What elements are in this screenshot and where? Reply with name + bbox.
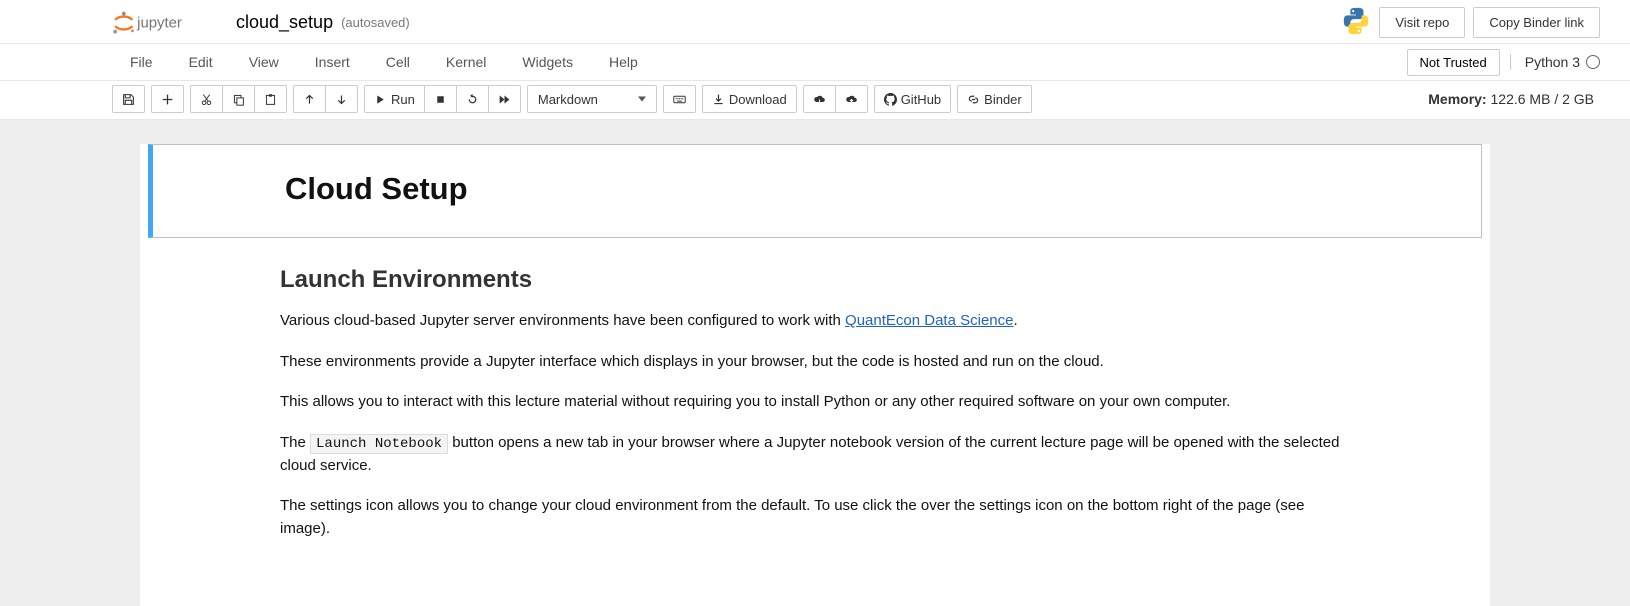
github-button[interactable]: GitHub [874, 85, 951, 113]
save-icon [122, 93, 135, 106]
cut-icon [200, 93, 213, 106]
run-all-button[interactable] [488, 85, 521, 113]
download-label: Download [729, 92, 787, 107]
cloud-download-icon [813, 93, 826, 106]
paragraph: The settings icon allows you to change y… [280, 495, 1350, 540]
interrupt-button[interactable] [424, 85, 457, 113]
cloud-upload-button[interactable] [835, 85, 868, 113]
cell-type-select[interactable]: Markdown [527, 85, 657, 113]
paragraph: These environments provide a Jupyter int… [280, 351, 1350, 374]
menu-view[interactable]: View [231, 44, 297, 80]
not-trusted-button[interactable]: Not Trusted [1407, 49, 1500, 76]
cloud-upload-icon [845, 93, 858, 106]
link-icon [967, 93, 980, 106]
section-heading: Launch Environments [280, 266, 1350, 294]
menu-cell[interactable]: Cell [368, 44, 428, 80]
cell-heading: Cloud Setup [285, 171, 1465, 207]
svg-text:jupyter: jupyter [136, 14, 182, 31]
visit-repo-button[interactable]: Visit repo [1379, 7, 1465, 38]
menu-insert[interactable]: Insert [297, 44, 368, 80]
download-button[interactable]: Download [702, 85, 797, 113]
move-down-button[interactable] [325, 85, 358, 113]
paragraph: This allows you to interact with this le… [280, 391, 1350, 414]
memory-value: 122.6 MB / 2 GB [1491, 91, 1595, 107]
run-label: Run [391, 92, 415, 107]
kernel-name-label: Python 3 [1525, 54, 1580, 70]
restart-icon [466, 93, 479, 106]
play-icon [374, 93, 387, 106]
menu-help[interactable]: Help [591, 44, 656, 80]
move-up-button[interactable] [293, 85, 326, 113]
menu-file[interactable]: File [112, 44, 171, 80]
paragraph: Various cloud-based Jupyter server envir… [280, 310, 1350, 333]
memory-indicator: Memory: 122.6 MB / 2 GB [1428, 91, 1620, 107]
cloud-download-button[interactable] [803, 85, 836, 113]
arrow-up-icon [303, 93, 316, 106]
inline-code: Launch Notebook [310, 434, 448, 454]
quantecon-link[interactable]: QuantEcon Data Science [845, 312, 1013, 329]
paste-icon [264, 93, 277, 106]
binder-label: Binder [984, 92, 1022, 107]
restart-button[interactable] [456, 85, 489, 113]
markdown-cell-selected[interactable]: Cloud Setup [148, 144, 1482, 238]
fast-forward-icon [498, 93, 511, 106]
cell-type-label: Markdown [538, 92, 598, 107]
arrow-down-icon [335, 93, 348, 106]
menu-widgets[interactable]: Widgets [504, 44, 591, 80]
kernel-indicator[interactable]: Python 3 [1510, 54, 1600, 70]
github-label: GitHub [901, 92, 941, 107]
copy-icon [232, 93, 245, 106]
copy-binder-link-button[interactable]: Copy Binder link [1473, 7, 1600, 38]
paragraph: The Launch Notebook button opens a new t… [280, 432, 1350, 478]
add-cell-button[interactable] [151, 85, 184, 113]
download-icon [712, 93, 725, 106]
plus-icon [161, 93, 174, 106]
stop-icon [434, 93, 447, 106]
memory-label: Memory: [1428, 91, 1486, 107]
kernel-idle-icon [1586, 55, 1600, 69]
github-icon [884, 93, 897, 106]
cut-button[interactable] [190, 85, 223, 113]
keyboard-icon [673, 93, 686, 106]
autosave-status: (autosaved) [341, 15, 410, 30]
command-palette-button[interactable] [663, 85, 696, 113]
run-button[interactable]: Run [364, 85, 425, 113]
copy-button[interactable] [222, 85, 255, 113]
jupyter-logo[interactable]: jupyter [112, 9, 222, 37]
binder-button[interactable]: Binder [957, 85, 1032, 113]
menu-kernel[interactable]: Kernel [428, 44, 504, 80]
paste-button[interactable] [254, 85, 287, 113]
python-icon [1341, 6, 1371, 39]
markdown-cell-body[interactable]: Launch Environments Various cloud-based … [140, 246, 1490, 540]
save-button[interactable] [112, 85, 145, 113]
menu-edit[interactable]: Edit [171, 44, 231, 80]
notebook-name[interactable]: cloud_setup [236, 12, 333, 33]
